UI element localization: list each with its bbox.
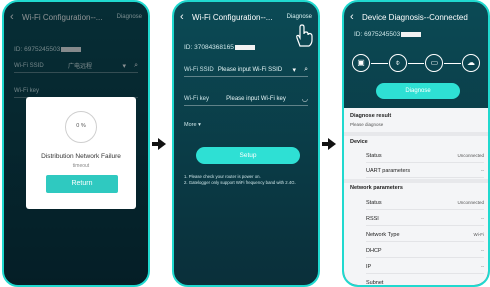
chevron-down-icon[interactable]: ▾ — [284, 66, 296, 74]
device-section-title: Device — [350, 139, 368, 145]
page-title: Device Diagnosis--Connected — [362, 12, 468, 22]
tap-hand-icon — [296, 24, 313, 47]
back-icon[interactable]: ‹ — [350, 11, 362, 23]
result-title: Diagnose result — [350, 113, 392, 119]
progress-circle: 0 % — [65, 111, 97, 143]
router-icon: ▭ — [425, 54, 444, 72]
row-label: UART parameters — [366, 167, 411, 174]
diagnose-link[interactable]: Diagnose — [287, 14, 312, 20]
arrow-right-icon — [152, 138, 166, 150]
redaction — [234, 45, 255, 50]
subnet-row: Subnet -- — [366, 276, 484, 286]
note-line-1: 1. Please check your router is power on. — [184, 174, 261, 179]
page-title: Wi-Fi Configuration--... — [192, 12, 273, 22]
device-id-text: ID: 37084368165 — [184, 44, 234, 51]
connector-line — [407, 62, 425, 64]
row-value: Unconnected — [457, 153, 484, 158]
device-status-row: Status Unconnected — [366, 149, 484, 163]
note-line-2: 2. Gatelogger only support WiFi frequenc… — [184, 180, 296, 185]
network-status-row: Status Unconnected — [366, 196, 484, 210]
more-label: More — [184, 122, 197, 128]
row-label: Status — [366, 199, 382, 206]
row-value: -- — [481, 280, 484, 285]
row-label: DHCP — [366, 247, 382, 254]
eye-closed-icon[interactable]: ◡ — [296, 95, 308, 103]
row-value: -- — [481, 248, 484, 253]
wifi-key-label: Wi-Fi key — [184, 95, 209, 102]
row-label: RSSI — [366, 215, 379, 222]
device-icon: ▣ — [352, 54, 370, 72]
return-button[interactable]: Return — [46, 175, 118, 193]
device-id-text: ID: 6975245503 — [354, 31, 401, 38]
dhcp-row: DHCP -- — [366, 244, 484, 258]
rssi-row: RSSI -- — [366, 212, 484, 226]
row-value: Wi-Fi — [473, 232, 485, 237]
network-type-row: Network Type Wi-Fi — [366, 228, 484, 242]
row-label: Network Type — [366, 231, 400, 238]
connector-line — [444, 62, 462, 64]
ip-row: IP -- — [366, 260, 484, 274]
row-value: Unconnected — [457, 200, 484, 205]
redaction — [401, 32, 422, 37]
failure-reason: timeout — [72, 163, 90, 169]
ssid-row[interactable]: Wi-Fi SSID Please input Wi-Fi SSID ▾ ⌕ — [184, 63, 308, 77]
diagnose-button[interactable]: Diagnose — [376, 83, 460, 99]
network-section-title: Network parameters — [350, 185, 403, 191]
ssid-input[interactable]: Please input Wi-Fi SSID — [216, 67, 284, 73]
device-id: ID: 37084368165 — [184, 44, 255, 51]
connection-diagram: ▣ ⌽ ▭ ☁ — [352, 52, 481, 74]
arrow-right-icon — [322, 138, 336, 150]
result-subtitle: Please diagnose — [350, 122, 384, 127]
header: ‹ Device Diagnosis--Connected — [350, 10, 482, 24]
setup-button[interactable]: Setup — [196, 147, 300, 164]
cloud-icon: ☁ — [462, 54, 481, 72]
connector-line — [371, 62, 388, 64]
row-value: -- — [481, 168, 484, 173]
ssid-label: Wi-Fi SSID — [184, 66, 214, 73]
row-label: IP — [366, 263, 372, 270]
row-value: -- — [481, 264, 484, 269]
failure-dialog: 0 % Distribution Network Failure timeout… — [26, 97, 136, 209]
back-icon[interactable]: ‹ — [180, 11, 192, 23]
device-id: ID: 6975245503 — [354, 31, 422, 38]
chevron-down-icon: ▾ — [198, 122, 201, 128]
row-value: -- — [481, 216, 484, 221]
wifi-key-input[interactable]: Please input Wi-Fi key — [216, 96, 296, 102]
diagnose-panel: Diagnose result Please diagnose Device S… — [344, 108, 488, 285]
wifi-module-icon: ⌽ — [388, 54, 407, 72]
screen-wifi-config-failure: ‹ Wi-Fi Configuration--... Diagnose ID: … — [2, 0, 150, 287]
row-label: Status — [366, 152, 382, 159]
divider — [344, 132, 488, 136]
divider — [344, 179, 488, 183]
wifi-key-row[interactable]: Wi-Fi key Please input Wi-Fi key ◡ — [184, 92, 308, 106]
search-icon[interactable]: ⌕ — [296, 66, 308, 74]
screen-wifi-config: ‹ Wi-Fi Configuration--... Diagnose ID: … — [172, 0, 320, 287]
failure-message: Distribution Network Failure — [41, 153, 121, 160]
row-label: Subnet — [366, 279, 384, 286]
uart-parameters-row[interactable]: UART parameters -- — [366, 164, 484, 178]
screen-device-diagnosis: ‹ Device Diagnosis--Connected ID: 697524… — [342, 0, 490, 287]
more-options[interactable]: More ▾ — [184, 122, 201, 128]
